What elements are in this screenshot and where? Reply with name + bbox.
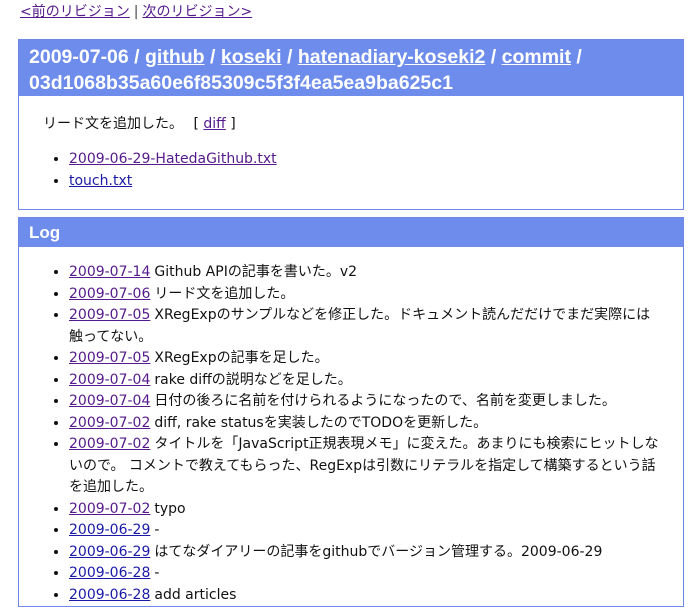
log-date-link[interactable]: 2009-07-04: [69, 393, 150, 409]
log-date-link[interactable]: 2009-07-02: [69, 436, 150, 452]
log-message: はてなダイアリーの記事をgithubでバージョン管理する。2009-06-29: [154, 543, 603, 560]
commit-header: 2009-07-06 / github / koseki / hatenadia…: [19, 40, 683, 96]
log-date-link[interactable]: 2009-07-05: [69, 350, 150, 366]
log-message: typo: [154, 500, 186, 517]
log-entry: 2009-07-05XRegExpのサンプルなどを修正した。ドキュメント読んだだ…: [69, 305, 663, 348]
log-message: add articles: [154, 586, 237, 603]
breadcrumb-user-link[interactable]: koseki: [221, 46, 282, 68]
changed-file-link[interactable]: touch.txt: [69, 173, 132, 189]
commit-panel: 2009-07-06 / github / koseki / hatenadia…: [18, 39, 684, 210]
breadcrumb-separator: /: [286, 46, 293, 68]
changed-file-item: touch.txt: [69, 170, 683, 192]
log-date-link[interactable]: 2009-07-05: [69, 307, 150, 323]
log-date-link[interactable]: 2009-06-28: [69, 587, 150, 603]
log-entry: 2009-06-28add articles: [69, 585, 663, 607]
log-entry: 2009-07-02typo: [69, 499, 663, 521]
log-message: XRegExpのサンプルなどを修正した。ドキュメント読んだだけでまだ実際には触っ…: [69, 307, 651, 345]
log-message: diff, rake statusを実装したのでTODOを更新した。: [154, 414, 488, 431]
log-message: リード文を追加した。: [154, 285, 295, 302]
breadcrumb-separator: /: [210, 46, 216, 68]
log-entry: 2009-07-05XRegExpの記事を足した。: [69, 348, 663, 370]
log-entry: 2009-07-04rake diffの説明などを足した。: [69, 370, 663, 392]
log-message: 日付の後ろに名前を付けられるようになったので、名前を変更しました。: [154, 393, 616, 409]
log-header: Log: [19, 218, 683, 247]
diff-bracket-open: [: [193, 116, 199, 132]
commit-date: 2009-07-06: [29, 46, 129, 68]
changed-file-item: 2009-06-29-HatedaGithub.txt: [69, 148, 683, 170]
changed-files-list: 2009-06-29-HatedaGithub.txt touch.txt: [43, 148, 683, 192]
log-date-link[interactable]: 2009-06-29: [69, 522, 150, 538]
breadcrumb-commit-link[interactable]: commit: [502, 46, 571, 68]
breadcrumb-separator: /: [576, 46, 582, 68]
log-message: タイトルを「JavaScript正規表現メモ」に変えた。あまりにも検索にヒットし…: [69, 436, 659, 495]
log-date-link[interactable]: 2009-07-06: [69, 286, 150, 302]
log-message: rake diffの説明などを足した。: [154, 371, 352, 388]
log-list: 2009-07-14Github APIの記事を書いた。v2 2009-07-0…: [19, 262, 683, 606]
log-message: Github APIの記事を書いた。v2: [154, 264, 358, 280]
log-date-link[interactable]: 2009-07-14: [69, 264, 150, 280]
log-message: XRegExpの記事を足した。: [154, 350, 329, 366]
commit-body: リード文を追加した。 [ diff ] 2009-06-29-HatedaGit…: [19, 96, 683, 192]
breadcrumb-separator: /: [134, 46, 140, 68]
changed-file-link[interactable]: 2009-06-29-HatedaGithub.txt: [69, 151, 277, 167]
log-message: -: [154, 522, 160, 538]
log-message: -: [154, 565, 160, 581]
diff-bracket-close: ]: [230, 116, 236, 132]
log-date-link[interactable]: 2009-07-02: [69, 501, 150, 517]
log-date-link[interactable]: 2009-07-02: [69, 415, 150, 431]
log-entry: 2009-06-29はてなダイアリーの記事をgithubでバージョン管理する。2…: [69, 542, 663, 564]
log-entry: 2009-07-06リード文を追加した。: [69, 284, 663, 306]
log-date-link[interactable]: 2009-06-29: [69, 544, 150, 560]
commit-message-line: リード文を追加した。 [ diff ]: [43, 114, 683, 134]
log-entry: 2009-06-28-: [69, 563, 663, 585]
breadcrumb-repo-link[interactable]: hatenadiary-koseki2: [298, 46, 486, 68]
commit-hash: 03d1068b35a60e6f85309c5f3f4ea5ea9ba625c1: [29, 72, 453, 94]
log-entry: 2009-07-14Github APIの記事を書いた。v2: [69, 262, 663, 284]
log-entry: 2009-06-29-: [69, 520, 663, 542]
log-date-link[interactable]: 2009-07-04: [69, 372, 150, 388]
commit-message: リード文を追加した。: [43, 116, 183, 132]
breadcrumb-github-link[interactable]: github: [145, 46, 205, 68]
log-panel: Log 2009-07-14Github APIの記事を書いた。v2 2009-…: [18, 217, 684, 607]
breadcrumb-separator: /: [490, 46, 497, 68]
nav-separator: |: [133, 4, 139, 20]
prev-revision-link[interactable]: <前のリビジョン: [20, 4, 130, 20]
log-entry: 2009-07-04日付の後ろに名前を付けられるようになったので、名前を変更しま…: [69, 391, 663, 413]
log-date-link[interactable]: 2009-06-28: [69, 565, 150, 581]
next-revision-link[interactable]: 次のリビジョン>: [142, 4, 252, 20]
log-entry: 2009-07-02diff, rake statusを実装したのでTODOを更…: [69, 413, 663, 435]
log-entry: 2009-07-02タイトルを「JavaScript正規表現メモ」に変えた。あま…: [69, 434, 663, 499]
diff-link[interactable]: diff: [203, 116, 225, 132]
revision-nav: <前のリビジョン | 次のリビジョン>: [20, 3, 252, 21]
